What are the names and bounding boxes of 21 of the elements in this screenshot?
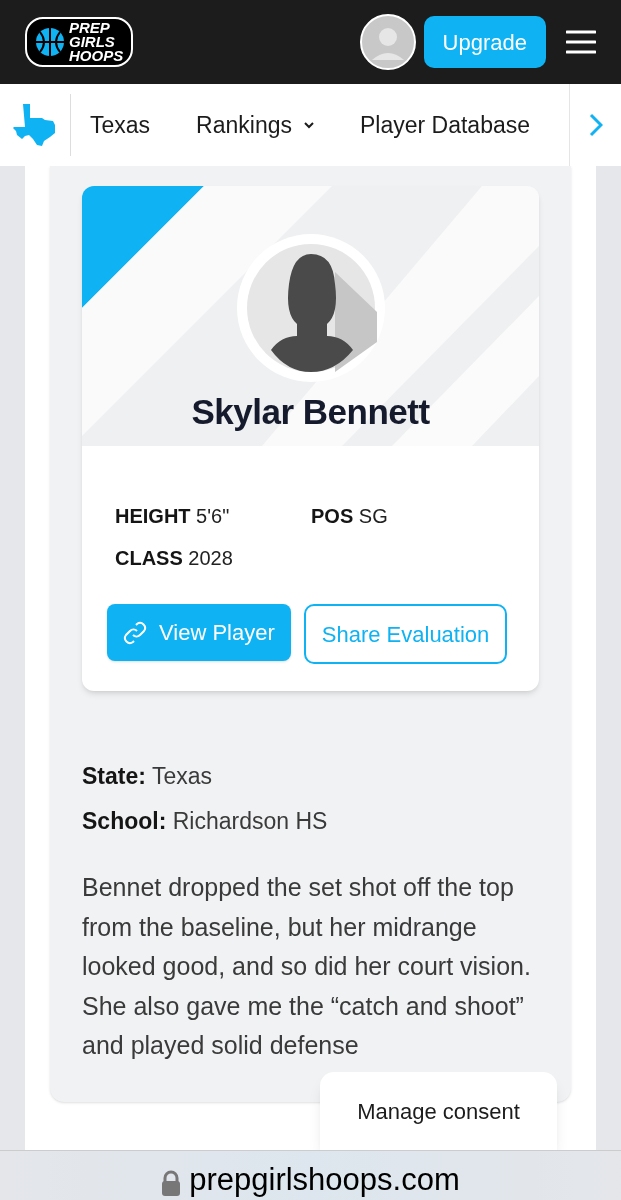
basketball-icon <box>35 27 65 57</box>
menu-icon[interactable] <box>566 30 596 54</box>
nav-link[interactable]: Rankings <box>196 107 314 143</box>
logo-text: GIRLS <box>69 35 116 49</box>
detail-text: State: Texas <box>82 762 213 791</box>
stat-text: POS SG <box>311 504 389 529</box>
manage-consent-button[interactable]: Manage consent <box>320 1072 557 1150</box>
stat-text: CLASS 2028 <box>115 546 234 571</box>
avatar-icon[interactable] <box>359 14 416 70</box>
nav-link[interactable]: Texas <box>90 107 151 143</box>
detail-text: School: Richardson HS <box>82 806 329 836</box>
stat-text: HEIGHT 5'6" <box>115 504 231 529</box>
player-name: Skylar Bennett <box>191 391 430 433</box>
logo-text: HOOPS <box>69 49 124 63</box>
link-icon <box>123 620 147 645</box>
site-logo[interactable]: PREP GIRLS HOOPS <box>25 17 134 67</box>
nav-link[interactable]: Player Database <box>360 107 531 143</box>
caret-icon <box>304 121 314 129</box>
evaluation-text: Bennet dropped the set shot off the top from the baseline, but her midrange looked good, and so did her court vision. She also gave me the “catch and shoot” and played solid defense <box>82 872 532 1061</box>
lock-icon <box>161 1170 182 1196</box>
logo-text: PREP <box>69 21 111 35</box>
